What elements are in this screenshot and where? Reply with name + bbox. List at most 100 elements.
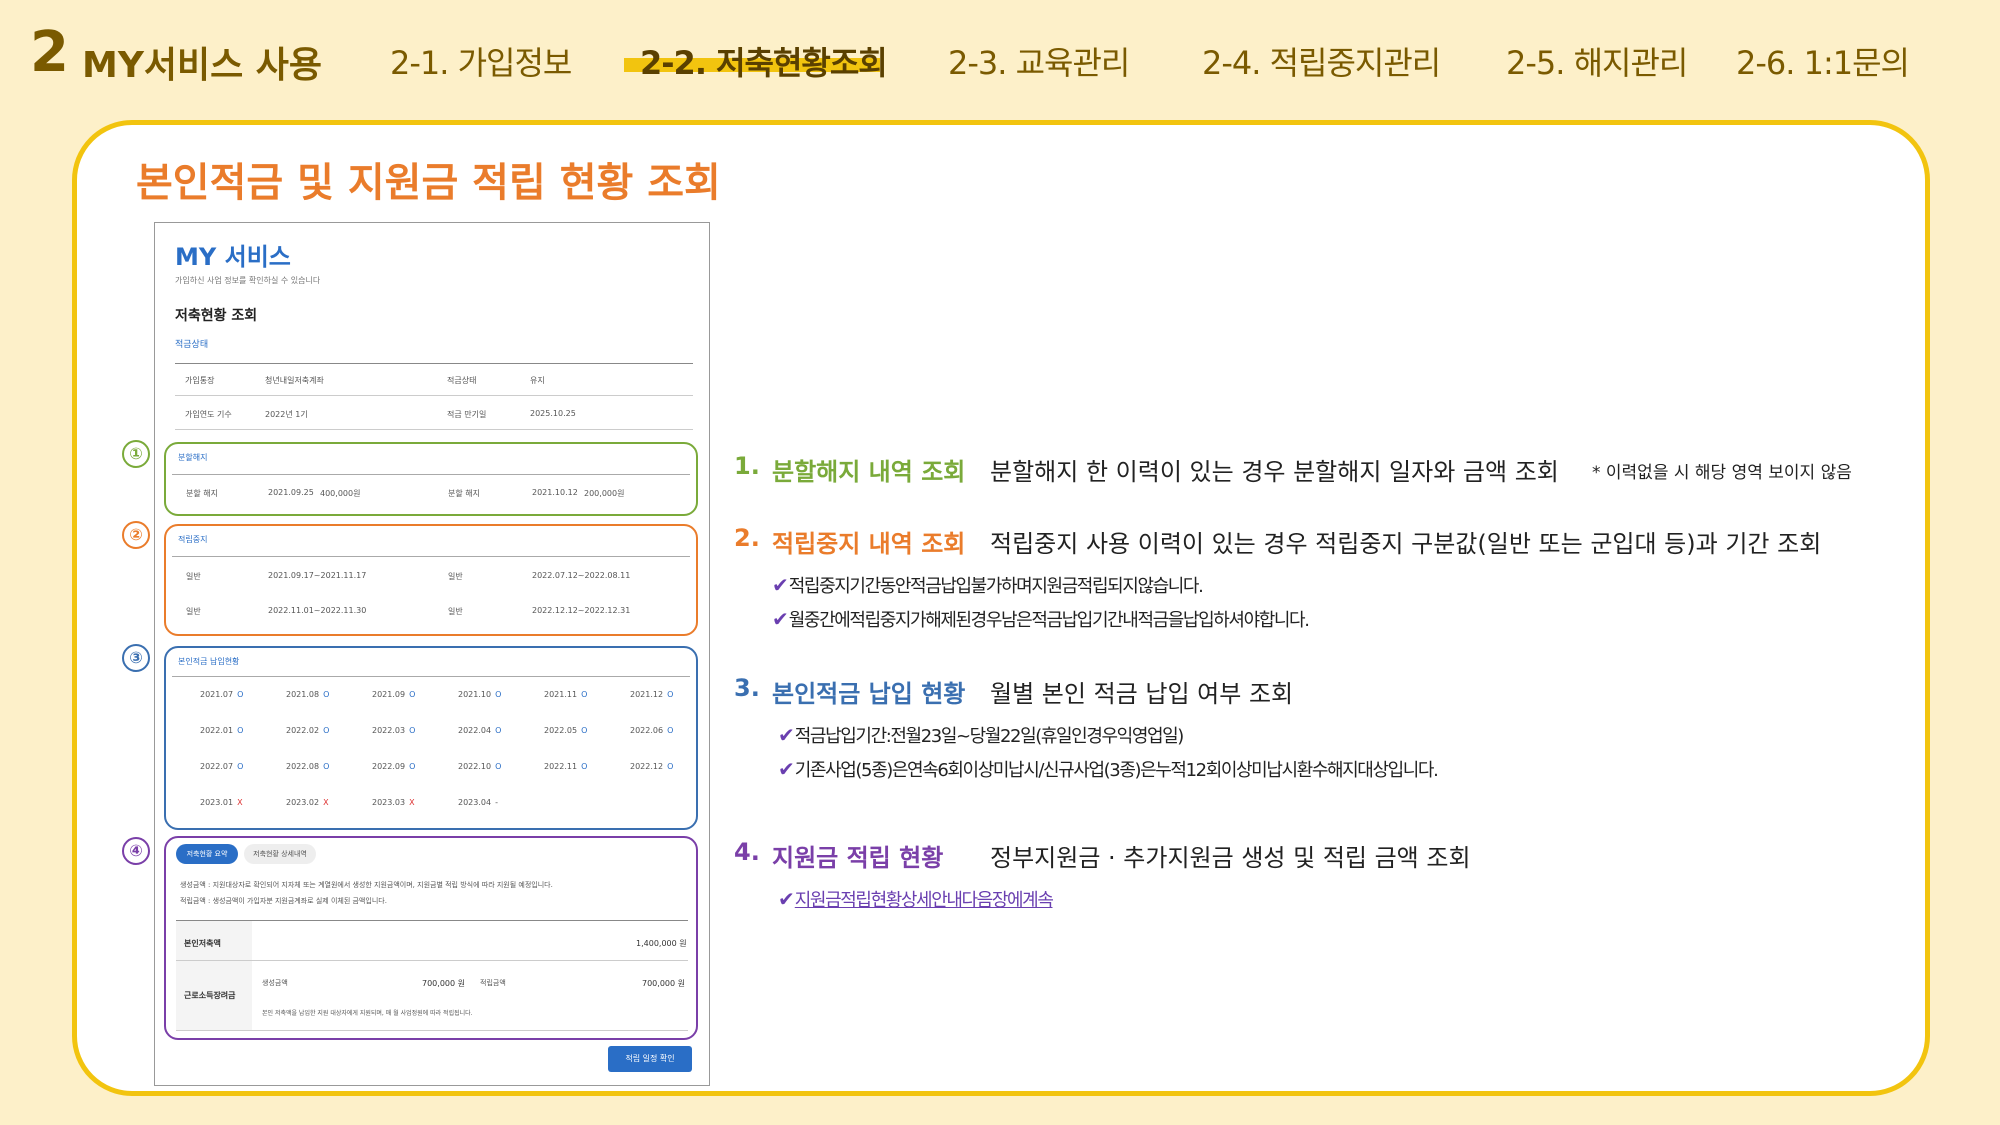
info-label: 가입통장: [185, 376, 215, 385]
section-title: MY서비스 사용: [82, 45, 323, 86]
payment-cell: 2022.10 O: [458, 762, 501, 771]
support-row-label: 본인저축액: [184, 939, 221, 948]
ms-status-label: 적금상태: [175, 340, 209, 350]
payment-month: 2022.05: [544, 726, 578, 735]
item1-number: 1.: [734, 452, 760, 480]
divider: [175, 363, 693, 364]
payment-status: X: [409, 798, 415, 807]
payment-month: 2021.12: [630, 690, 664, 699]
suspend-cell: 일반: [186, 572, 201, 581]
acc-label: 적립금액: [480, 979, 506, 987]
schedule-button[interactable]: 적립 일정 확인: [608, 1046, 692, 1072]
support-row-label: 근로소득장려금: [184, 991, 236, 1000]
divider: [172, 474, 690, 475]
payment-status: O: [581, 690, 588, 699]
payment-status: O: [581, 726, 588, 735]
checkmark-icon: ✔: [772, 573, 789, 597]
nav-item-inquiry[interactable]: 2-6. 1:1문의: [1736, 38, 1910, 84]
item2-note-1: ✔적립중지기간동안적금납입불가하며지원금적립되지않습니다.: [772, 573, 1204, 597]
ms-subtitle: 가입하신 사업 정보를 확인하실 수 있습니다: [175, 276, 321, 285]
info-value: 청년내일저축계좌: [265, 376, 324, 385]
support-note: 적립금액 : 생성금액이 가입자분 지원금계좌로 실제 이체된 금액입니다.: [180, 897, 387, 905]
payment-cell: 2023.01 X: [200, 798, 243, 807]
circle-marker-2: ②: [122, 521, 150, 549]
support-note: 생성금액 : 지원대상자로 확인되어 지자체 또는 계열원에서 생성한 지원금액…: [180, 881, 553, 889]
nav-item-termination[interactable]: 2-5. 해지관리: [1506, 38, 1688, 84]
payment-status: O: [237, 726, 244, 735]
nav-item-education[interactable]: 2-3. 교육관리: [948, 38, 1130, 84]
tab-detail[interactable]: 저축현황 상세내역: [244, 844, 316, 864]
payment-month: 2022.01: [200, 726, 234, 735]
nav-item-suspend-management[interactable]: 2-4. 적립중지관리: [1202, 38, 1441, 84]
payment-month: 2021.07: [200, 690, 234, 699]
divider: [172, 556, 690, 557]
item3-desc: 월별 본인 적금 납입 여부 조회: [990, 680, 1294, 708]
item2-desc: 적립중지 사용 이력이 있는 경우 적립중지 구분값(일반 또는 군입대 등)과…: [990, 530, 1822, 558]
payment-cell: 2021.12 O: [630, 690, 673, 699]
payment-month: 2021.08: [286, 690, 320, 699]
payment-month: 2023.02: [286, 798, 320, 807]
payment-month: 2023.03: [372, 798, 406, 807]
payment-status: O: [237, 762, 244, 771]
divider: [176, 960, 688, 961]
payment-status: O: [323, 726, 330, 735]
section-number: 2: [30, 20, 69, 85]
ms-heading: 저축현황 조회: [175, 308, 258, 324]
payment-status: O: [667, 690, 674, 699]
suspend-box: [164, 524, 698, 636]
checkmark-icon: ✔: [778, 723, 795, 747]
payment-month: 2022.07: [200, 762, 234, 771]
gen-label: 생성금액: [262, 979, 288, 987]
payment-status: O: [409, 762, 416, 771]
payment-month: 2021.09: [372, 690, 406, 699]
payment-status: O: [495, 690, 502, 699]
suspend-cell: 일반: [448, 607, 463, 616]
payment-cell: 2021.10 O: [458, 690, 501, 699]
divider: [175, 429, 693, 430]
payment-status: O: [323, 690, 330, 699]
ms-title: MY 서비스: [175, 243, 291, 271]
nav-item-join-info[interactable]: 2-1. 가입정보: [390, 38, 572, 84]
item3-note-2: ✔기존사업(5종)은연속6회이상미납시/신규사업(3종)은누적12회이상미납시환…: [778, 757, 1439, 781]
item4-desc: 정부지원금 · 추가지원금 생성 및 적립 금액 조회: [990, 844, 1471, 872]
payment-cell: 2022.07 O: [200, 762, 243, 771]
payment-cell: 2021.09 O: [372, 690, 415, 699]
payment-cell: 2022.09 O: [372, 762, 415, 771]
payment-month: 2022.08: [286, 762, 320, 771]
item3-number: 3.: [734, 674, 760, 702]
nav-item-savings-status[interactable]: 2-2. 저축현황조회: [640, 38, 888, 84]
suspend-cell: 일반: [186, 607, 201, 616]
item3-note-1: ✔적금납입기간:전월23일~당월22일(휴일인경우익영업일): [778, 723, 1184, 747]
info-value: 2022년 1기: [265, 410, 308, 419]
item4-note-1[interactable]: ✔지원금적립현황상세안내다음장에계속: [778, 886, 1054, 912]
split-cell: 400,000원: [320, 489, 361, 498]
payment-box: [164, 646, 698, 830]
suspend-cell: 일반: [448, 572, 463, 581]
payment-status: O: [495, 726, 502, 735]
payment-month: 2022.02: [286, 726, 320, 735]
payment-month: 2022.12: [630, 762, 664, 771]
payment-month: 2023.04: [458, 798, 492, 807]
suspend-cell: 2022.07.12~2022.08.11: [532, 571, 631, 580]
item2-heading: 적립중지 내역 조회: [772, 530, 966, 558]
info-label: 가입연도 기수: [185, 410, 232, 419]
checkmark-icon: ✔: [778, 887, 795, 911]
payment-status: O: [581, 762, 588, 771]
info-value: 2025.10.25: [530, 409, 576, 418]
info-label: 적금 만기일: [447, 410, 487, 419]
checkmark-icon: ✔: [772, 607, 789, 631]
split-cell: 분할 해지: [448, 489, 480, 498]
tab-summary[interactable]: 저축현황 요약: [176, 844, 238, 864]
item1-extra: * 이력없을 시 해당 영역 보이지 않음: [1592, 463, 1852, 483]
support-row-note: 본인 저축액을 납입한 지원 대상자에게 지원되며, 매 월 사업정원에 따라 …: [262, 1010, 473, 1017]
payment-month: 2022.09: [372, 762, 406, 771]
circle-marker-1: ①: [122, 440, 150, 468]
item4-heading: 지원금 적립 현황: [772, 844, 944, 872]
payment-cell: 2022.08 O: [286, 762, 329, 771]
payment-status: X: [237, 798, 243, 807]
payment-status: O: [667, 762, 674, 771]
split-label: 분할해지: [178, 453, 208, 462]
split-cell: 200,000원: [584, 489, 625, 498]
item1-desc: 분할해지 한 이력이 있는 경우 분할해지 일자와 금액 조회: [990, 458, 1559, 486]
payment-status: O: [495, 762, 502, 771]
